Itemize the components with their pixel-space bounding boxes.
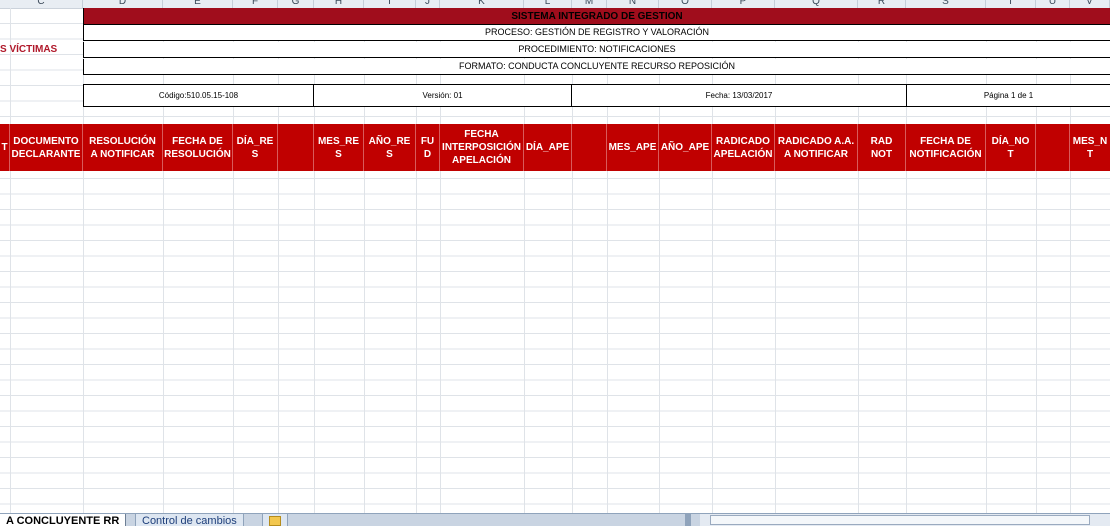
page-cell[interactable]: Página 1 de 1 <box>907 84 1110 107</box>
column-header-d[interactable]: D <box>83 0 163 8</box>
column-header-h[interactable]: H <box>314 0 364 8</box>
header-mes-res[interactable]: MES_RE S <box>314 124 364 171</box>
column-header-s[interactable]: S <box>906 0 986 8</box>
date-cell[interactable]: Fecha: 13/03/2017 <box>572 84 907 107</box>
procedure-title[interactable]: PROCEDIMIENTO: NOTIFICACIONES <box>83 42 1110 58</box>
column-header-c[interactable]: C <box>0 0 83 8</box>
process-title[interactable]: PROCESO: GESTIÓN DE REGISTRO Y VALORACIÓ… <box>83 25 1110 41</box>
document-info-row: Código:510.05.15-108 Versión: 01 Fecha: … <box>83 84 1110 107</box>
header-fecha-interposicion-apelacion[interactable]: FECHA INTERPOSICIÓN APELACIÓN <box>440 124 524 171</box>
header-fecha-de-notificacion[interactable]: FECHA DE NOTIFICACIÓN <box>906 124 986 171</box>
column-header-i[interactable]: I <box>364 0 416 8</box>
column-header-j[interactable]: J <box>416 0 440 8</box>
sheet-tab-control-de-cambios[interactable]: Control de cambios <box>135 514 244 526</box>
header-resolucion-a-notificar[interactable]: RESOLUCIÓN A NOTIFICAR <box>83 124 163 171</box>
header-empty[interactable] <box>1036 124 1070 171</box>
column-header-q[interactable]: Q <box>775 0 858 8</box>
header-cell[interactable]: T <box>0 124 10 171</box>
horizontal-scrollbar[interactable] <box>700 514 1110 526</box>
column-header-e[interactable]: E <box>163 0 233 8</box>
column-header-m[interactable]: M <box>572 0 607 8</box>
new-sheet-tab[interactable] <box>262 514 288 526</box>
header-rad-not[interactable]: RAD NOT <box>858 124 906 171</box>
gridline <box>10 8 11 513</box>
column-header-n[interactable]: N <box>607 0 659 8</box>
column-header-r[interactable]: R <box>858 0 906 8</box>
header-mes-not[interactable]: MES_N T <box>1070 124 1110 171</box>
system-title[interactable]: SISTEMA INTEGRADO DE GESTION <box>83 8 1110 25</box>
column-header-t[interactable]: T <box>986 0 1036 8</box>
column-header-o[interactable]: O <box>659 0 712 8</box>
column-header-g[interactable]: G <box>278 0 314 8</box>
column-header-f[interactable]: F <box>233 0 278 8</box>
header-ano-ape[interactable]: AÑO_APE <box>659 124 712 171</box>
header-ano-res[interactable]: AÑO_RE S <box>364 124 416 171</box>
header-radicado-apelacion[interactable]: RADICADO APELACIÓN <box>712 124 775 171</box>
header-mes-ape[interactable]: MES_APE <box>607 124 659 171</box>
column-header-k[interactable]: K <box>440 0 524 8</box>
scrollbar-thumb[interactable] <box>710 515 1090 525</box>
logo-text: S VÍCTIMAS <box>0 44 58 55</box>
sheet-tab-active[interactable]: A CONCLUYENTE RR <box>0 514 127 526</box>
header-empty[interactable] <box>572 124 607 171</box>
header-fud[interactable]: FU D <box>416 124 440 171</box>
column-header-v[interactable]: V <box>1070 0 1110 8</box>
code-cell[interactable]: Código:510.05.15-108 <box>83 84 314 107</box>
worksheet-grid[interactable]: S VÍCTIMAS SISTEMA INTEGRADO DE GESTION … <box>0 8 1110 513</box>
column-header-u[interactable]: U <box>1036 0 1070 8</box>
format-title[interactable]: FORMATO: CONDUCTA CONCLUYENTE RECURSO RE… <box>83 59 1110 75</box>
column-header-p[interactable]: P <box>712 0 775 8</box>
header-dia-ape[interactable]: DÍA_APE <box>524 124 572 171</box>
header-documento-declarante[interactable]: DOCUMENTO DECLARANTE <box>10 124 83 171</box>
tab-split-handle[interactable] <box>685 514 691 526</box>
header-fecha-de-resolucion[interactable]: FECHA DE RESOLUCIÓN <box>163 124 233 171</box>
header-dia-res[interactable]: DÍA_RE S <box>233 124 278 171</box>
version-cell[interactable]: Versión: 01 <box>314 84 572 107</box>
header-empty[interactable] <box>278 124 314 171</box>
column-headers-row: T DOCUMENTO DECLARANTE RESOLUCIÓN A NOTI… <box>0 124 1110 171</box>
column-header-l[interactable]: L <box>524 0 572 8</box>
header-dia-not[interactable]: DÍA_NO T <box>986 124 1036 171</box>
sheet-tabs-bar: A CONCLUYENTE RR Control de cambios <box>0 513 1110 526</box>
header-radicado-aa-a-notificar[interactable]: RADICADO A.A. A NOTIFICAR <box>775 124 858 171</box>
